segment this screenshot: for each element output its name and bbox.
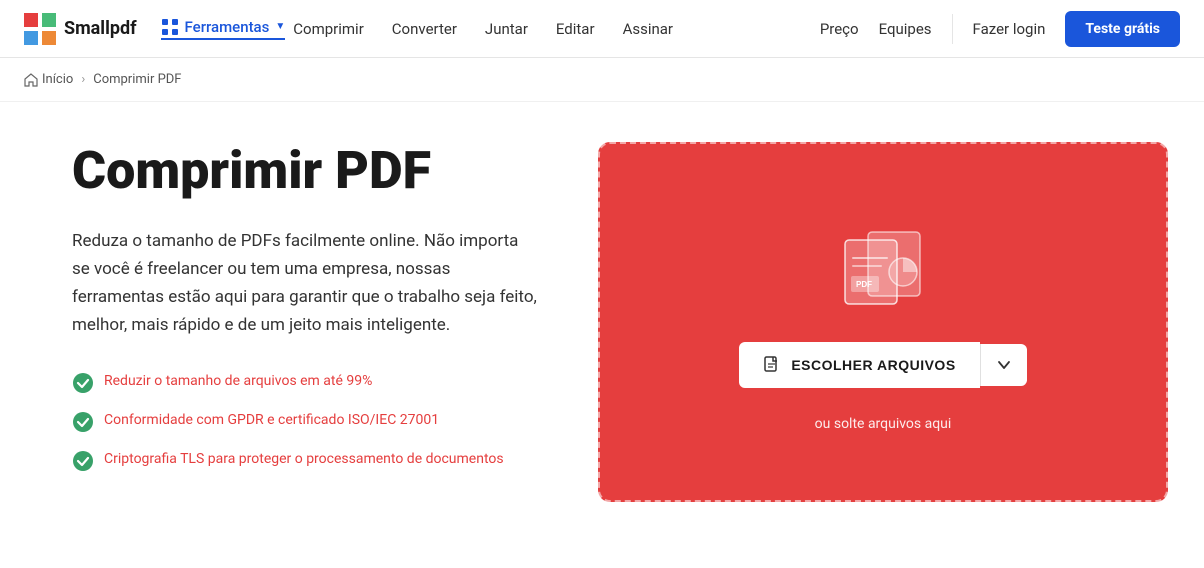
breadcrumb-home-label: Início bbox=[42, 72, 73, 87]
breadcrumb-current: Comprimir PDF bbox=[93, 72, 181, 87]
nav-right: Preço Equipes Fazer login Teste grátis bbox=[820, 11, 1180, 47]
hero-description: Reduza o tamanho de PDFs facilmente onli… bbox=[72, 227, 538, 339]
nav-juntar[interactable]: Juntar bbox=[485, 20, 528, 38]
ferramentas-label: Ferramentas bbox=[185, 18, 270, 36]
logo-icon bbox=[24, 13, 56, 45]
nav-converter[interactable]: Converter bbox=[392, 20, 457, 38]
grid-icon bbox=[161, 18, 179, 36]
nav-comprimir[interactable]: Comprimir bbox=[293, 20, 364, 38]
feature-item: Conformidade com GPDR e certificado ISO/… bbox=[72, 410, 538, 433]
nav-cta-button[interactable]: Teste grátis bbox=[1065, 11, 1180, 47]
chevron-down-icon: ▼ bbox=[275, 21, 285, 32]
navbar: Smallpdf Ferramentas ▼ Comprimir Convert… bbox=[0, 0, 1204, 58]
check-icon bbox=[72, 450, 94, 472]
home-icon bbox=[24, 73, 38, 87]
upload-card[interactable]: PDF ESCOLHER ARQUIVO bbox=[598, 142, 1168, 502]
breadcrumb-separator: › bbox=[81, 72, 85, 87]
upload-hint: ou solte arquivos aqui bbox=[815, 416, 952, 432]
choose-files-label: ESCOLHER ARQUIVOS bbox=[791, 357, 955, 373]
nav-links: Comprimir Converter Juntar Editar Assina… bbox=[293, 20, 673, 38]
feature-link[interactable]: Conformidade com GPDR e certificado ISO/… bbox=[104, 412, 439, 428]
file-icon bbox=[763, 356, 781, 374]
logo[interactable]: Smallpdf bbox=[24, 13, 137, 45]
ferramentas-menu[interactable]: Ferramentas ▼ bbox=[161, 18, 286, 40]
upload-area: PDF ESCOLHER ARQUIVO bbox=[598, 142, 1168, 502]
nav-login[interactable]: Fazer login bbox=[973, 20, 1046, 38]
nav-assinar[interactable]: Assinar bbox=[623, 20, 673, 38]
upload-dropdown-button[interactable] bbox=[980, 344, 1027, 386]
upload-button-row: ESCOLHER ARQUIVOS bbox=[739, 342, 1026, 388]
features-list: Reduzir o tamanho de arquivos em até 99%… bbox=[72, 371, 538, 472]
feature-link[interactable]: Criptografia TLS para proteger o process… bbox=[104, 451, 504, 467]
nav-separator bbox=[952, 14, 953, 44]
feature-item: Criptografia TLS para proteger o process… bbox=[72, 449, 538, 472]
check-icon bbox=[72, 411, 94, 433]
svg-text:PDF: PDF bbox=[856, 280, 872, 289]
choose-files-button[interactable]: ESCOLHER ARQUIVOS bbox=[739, 342, 979, 388]
upload-illustration: PDF bbox=[823, 224, 943, 314]
check-icon bbox=[72, 372, 94, 394]
logo-text: Smallpdf bbox=[64, 18, 137, 39]
main-content: Comprimir PDF Reduza o tamanho de PDFs f… bbox=[12, 102, 1192, 542]
nav-preco[interactable]: Preço bbox=[820, 20, 859, 38]
feature-link[interactable]: Reduzir o tamanho de arquivos em até 99% bbox=[104, 373, 372, 389]
feature-text: Reduzir o tamanho de arquivos em até 99% bbox=[104, 371, 372, 392]
nav-equipes[interactable]: Equipes bbox=[879, 20, 932, 38]
breadcrumb: Início › Comprimir PDF bbox=[0, 58, 1204, 102]
feature-item: Reduzir o tamanho de arquivos em até 99% bbox=[72, 371, 538, 394]
feature-text: Criptografia TLS para proteger o process… bbox=[104, 449, 504, 470]
feature-text: Conformidade com GPDR e certificado ISO/… bbox=[104, 410, 439, 431]
chevron-down-icon bbox=[997, 358, 1011, 372]
nav-editar[interactable]: Editar bbox=[556, 20, 595, 38]
hero-left: Comprimir PDF Reduza o tamanho de PDFs f… bbox=[72, 142, 538, 472]
breadcrumb-home[interactable]: Início bbox=[24, 72, 73, 87]
page-title: Comprimir PDF bbox=[72, 142, 538, 199]
